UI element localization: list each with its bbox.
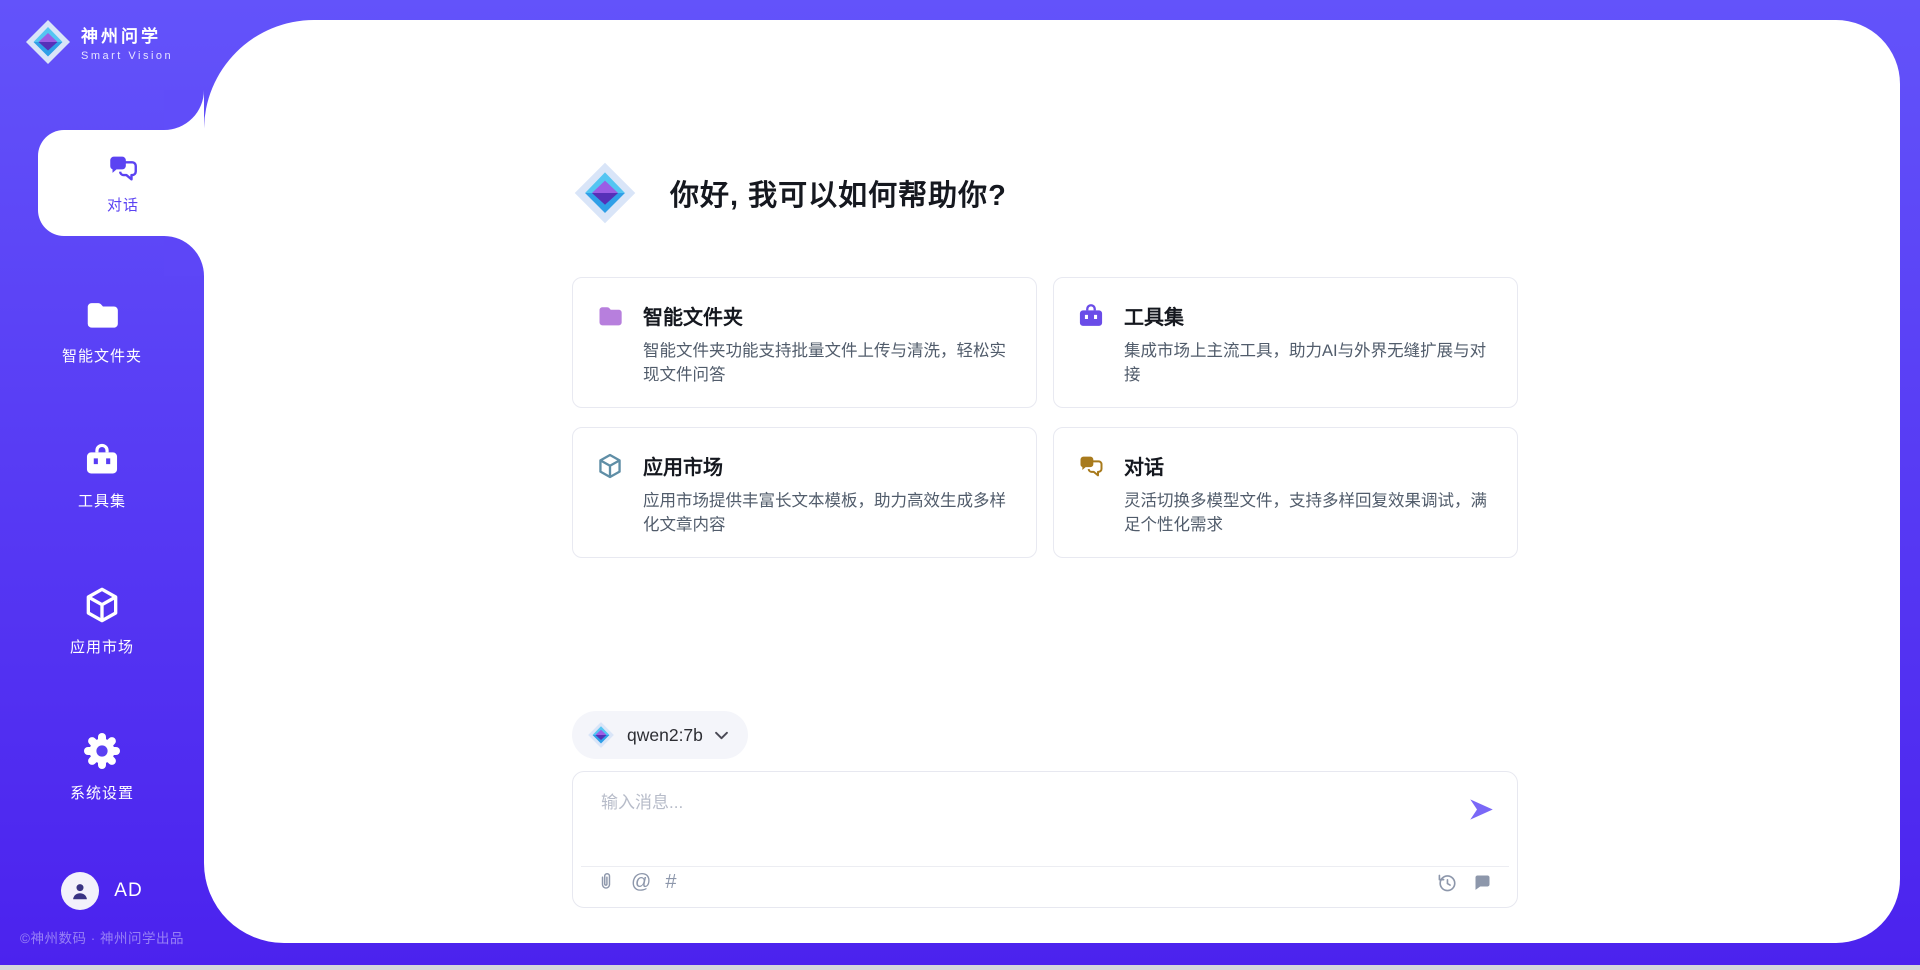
sidebar: 神州问学 Smart Vision 对话 智能文件夹 工具集 应用市场 系统设置 <box>0 0 204 970</box>
card-description: 智能文件夹功能支持批量文件上传与清洗，轻松实现文件问答 <box>643 339 1012 387</box>
user-profile[interactable]: AD <box>0 872 204 910</box>
active-tab-curve-bottom <box>164 236 204 276</box>
sidebar-item-smart-folder[interactable]: 智能文件夹 <box>0 296 204 366</box>
brand: 神州问学 Smart Vision <box>24 18 173 66</box>
card-app-market[interactable]: 应用市场 应用市场提供丰富长文本模板，助力高效生成多样化文章内容 <box>572 427 1037 558</box>
attach-icon[interactable] <box>595 871 617 893</box>
window-bottom-edge <box>0 965 1920 970</box>
brand-name: 神州问学 <box>81 22 173 47</box>
sidebar-item-label: 工具集 <box>78 490 126 511</box>
main-panel: 你好, 我可以如何帮助你? 智能文件夹 智能文件夹功能支持批量文件上传与清洗，轻… <box>204 20 1900 943</box>
hashtag-icon[interactable]: # <box>665 871 676 893</box>
card-title: 应用市场 <box>643 451 723 480</box>
folder-icon <box>596 302 624 330</box>
folder-icon <box>83 296 121 334</box>
mention-icon[interactable]: @ <box>631 871 651 893</box>
brand-logo-icon <box>24 18 72 66</box>
card-title: 对话 <box>1124 451 1164 480</box>
card-title: 智能文件夹 <box>643 301 743 330</box>
cube-icon <box>82 585 122 625</box>
card-title: 工具集 <box>1124 301 1184 330</box>
model-selector[interactable]: qwen2:7b <box>572 711 748 759</box>
message-input[interactable] <box>601 788 1431 844</box>
toolbox-icon <box>83 441 121 479</box>
copyright-note: ©神州数码 · 神州问学出品 <box>0 927 204 947</box>
composer-tools-left: @ # <box>595 871 676 893</box>
sidebar-item-label: 对话 <box>107 194 139 215</box>
model-logo-icon <box>587 721 615 749</box>
chat-icon <box>106 151 140 185</box>
card-smart-folder[interactable]: 智能文件夹 智能文件夹功能支持批量文件上传与清洗，轻松实现文件问答 <box>572 277 1037 408</box>
gear-icon <box>82 731 122 771</box>
greeting-title: 你好, 我可以如何帮助你? <box>670 172 1007 214</box>
card-toolset[interactable]: 工具集 集成市场上主流工具，助力AI与外界无缝扩展与对接 <box>1053 277 1518 408</box>
sidebar-item-chat[interactable]: 对话 <box>38 130 208 236</box>
chevron-down-icon <box>715 731 728 740</box>
feature-cards: 智能文件夹 智能文件夹功能支持批量文件上传与清洗，轻松实现文件问答 工具集 集成… <box>572 277 1518 558</box>
card-description: 灵活切换多模型文件，支持多样回复效果调试，满足个性化需求 <box>1124 489 1493 537</box>
sidebar-item-label: 智能文件夹 <box>62 345 142 366</box>
brand-subtitle: Smart Vision <box>81 50 173 62</box>
sidebar-item-app-market[interactable]: 应用市场 <box>0 585 204 657</box>
send-icon[interactable] <box>1468 796 1495 823</box>
composer-divider <box>581 866 1509 867</box>
card-chat[interactable]: 对话 灵活切换多模型文件，支持多样回复效果调试，满足个性化需求 <box>1053 427 1518 558</box>
greeting-block: 你好, 我可以如何帮助你? <box>572 160 1007 226</box>
sidebar-item-settings[interactable]: 系统设置 <box>0 731 204 803</box>
card-description: 集成市场上主流工具，助力AI与外界无缝扩展与对接 <box>1124 339 1493 387</box>
briefcase-icon <box>1077 302 1105 330</box>
sidebar-item-toolset[interactable]: 工具集 <box>0 441 204 511</box>
card-description: 应用市场提供丰富长文本模板，助力高效生成多样化文章内容 <box>643 489 1012 537</box>
assistant-logo-icon <box>572 160 638 226</box>
message-icon[interactable] <box>1472 872 1493 893</box>
user-name: AD <box>114 880 142 902</box>
sidebar-item-label: 系统设置 <box>70 782 134 803</box>
active-tab-curve-top <box>164 90 204 130</box>
avatar <box>61 872 99 910</box>
sidebar-item-label: 应用市场 <box>70 636 134 657</box>
composer-tools-right <box>1435 871 1493 894</box>
person-icon <box>68 879 92 903</box>
cube-icon <box>596 452 624 480</box>
chat-icon <box>1077 452 1105 480</box>
model-name: qwen2:7b <box>627 725 703 746</box>
history-icon[interactable] <box>1435 871 1458 894</box>
message-composer: @ # <box>572 771 1518 908</box>
